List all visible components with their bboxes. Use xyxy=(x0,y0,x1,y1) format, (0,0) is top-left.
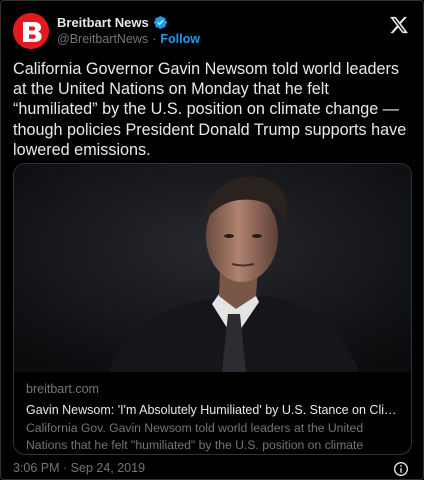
tweet-timestamp[interactable]: 3:06 PM · Sep 24, 2019 xyxy=(13,461,145,475)
breitbart-logo-icon[interactable] xyxy=(13,13,49,49)
account-display-name[interactable]: Breitbart News xyxy=(57,15,149,30)
article-photo[interactable] xyxy=(14,164,411,372)
handle-separator: · xyxy=(152,32,157,46)
link-title[interactable]: Gavin Newsom: 'I'm Absolutely Humiliated… xyxy=(26,402,399,418)
info-icon[interactable] xyxy=(393,461,409,477)
link-description: California Gov. Gavin Newsom told world … xyxy=(26,421,364,452)
link-preview-card[interactable]: breitbart.com Gavin Newsom: 'I'm Absolut… xyxy=(13,163,412,455)
link-domain: breitbart.com xyxy=(26,382,99,396)
follow-button[interactable]: Follow xyxy=(160,32,200,46)
account-handle[interactable]: @BreitbartNews xyxy=(57,32,148,46)
verified-badge-icon xyxy=(153,16,167,29)
x-logo-icon[interactable] xyxy=(389,15,409,35)
tweet-text: California Governor Gavin Newsom told wo… xyxy=(13,60,407,159)
tweet-card: Breitbart News @BreitbartNews · Follow C… xyxy=(0,0,424,480)
